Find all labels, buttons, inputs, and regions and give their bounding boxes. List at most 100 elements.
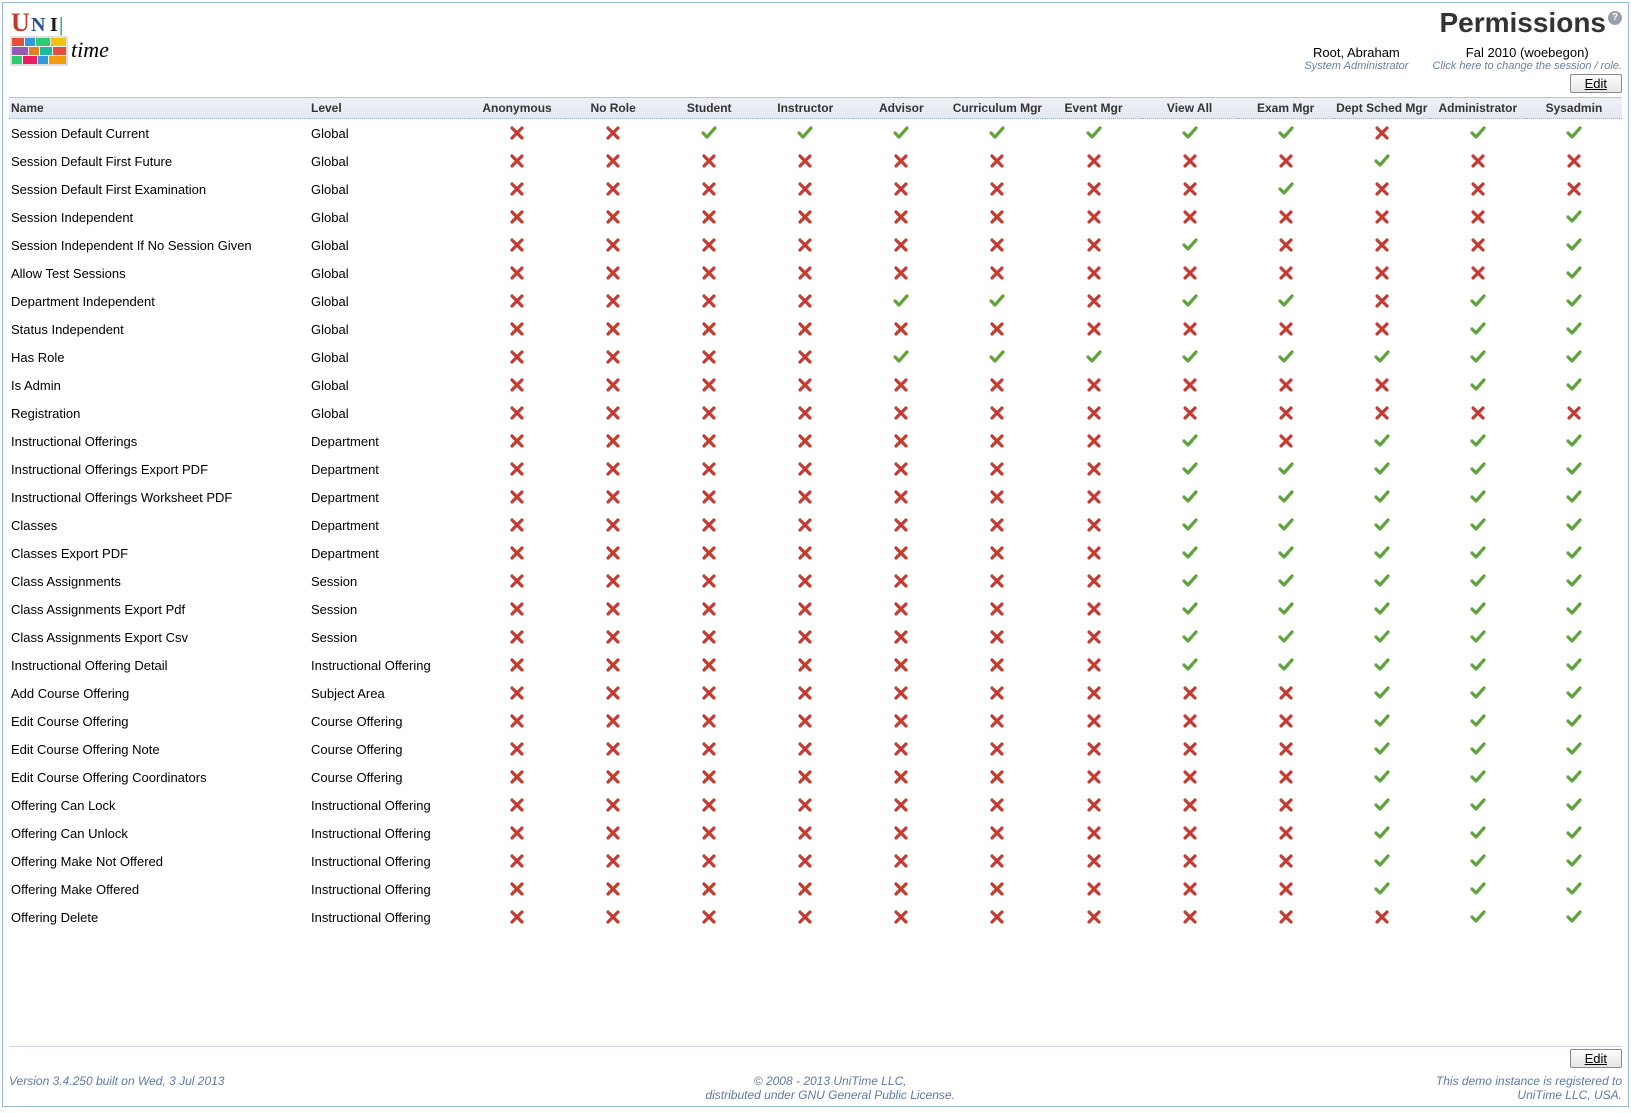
perm-denied-cell[interactable] [469, 371, 565, 399]
perm-denied-cell[interactable] [1045, 539, 1141, 567]
perm-granted-cell[interactable] [1430, 707, 1526, 735]
perm-granted-cell[interactable] [1334, 735, 1430, 763]
perm-denied-cell[interactable] [565, 679, 661, 707]
perm-denied-cell[interactable] [949, 847, 1045, 875]
perm-granted-cell[interactable] [1430, 819, 1526, 847]
perm-denied-cell[interactable] [949, 483, 1045, 511]
perm-granted-cell[interactable] [1334, 847, 1430, 875]
perm-granted-cell[interactable] [1526, 371, 1622, 399]
perm-granted-cell[interactable] [1430, 539, 1526, 567]
perm-denied-cell[interactable] [1045, 763, 1141, 791]
perm-denied-cell[interactable] [1045, 399, 1141, 427]
perm-denied-cell[interactable] [757, 903, 853, 931]
perm-granted-cell[interactable] [1238, 483, 1334, 511]
perm-denied-cell[interactable] [469, 483, 565, 511]
perm-denied-cell[interactable] [661, 427, 757, 455]
perm-granted-cell[interactable] [1238, 623, 1334, 651]
perm-denied-cell[interactable] [469, 511, 565, 539]
perm-granted-cell[interactable] [1334, 455, 1430, 483]
perm-denied-cell[interactable] [565, 175, 661, 203]
perm-denied-cell[interactable] [469, 203, 565, 231]
perm-denied-cell[interactable] [565, 371, 661, 399]
perm-denied-cell[interactable] [469, 903, 565, 931]
perm-denied-cell[interactable] [1238, 875, 1334, 903]
perm-denied-cell[interactable] [949, 539, 1045, 567]
perm-denied-cell[interactable] [661, 259, 757, 287]
perm-denied-cell[interactable] [661, 175, 757, 203]
perm-denied-cell[interactable] [853, 427, 949, 455]
perm-denied-cell[interactable] [757, 595, 853, 623]
perm-granted-cell[interactable] [1334, 707, 1430, 735]
perm-denied-cell[interactable] [853, 651, 949, 679]
perm-granted-cell[interactable] [1526, 707, 1622, 735]
perm-granted-cell[interactable] [1142, 567, 1238, 595]
perm-denied-cell[interactable] [661, 203, 757, 231]
perm-granted-cell[interactable] [1526, 231, 1622, 259]
perm-granted-cell[interactable] [1430, 623, 1526, 651]
perm-denied-cell[interactable] [1334, 119, 1430, 148]
perm-granted-cell[interactable] [1238, 651, 1334, 679]
perm-granted-cell[interactable] [1142, 651, 1238, 679]
perm-denied-cell[interactable] [661, 903, 757, 931]
perm-denied-cell[interactable] [1334, 231, 1430, 259]
perm-granted-cell[interactable] [1526, 791, 1622, 819]
perm-granted-cell[interactable] [1526, 651, 1622, 679]
perm-denied-cell[interactable] [853, 567, 949, 595]
perm-denied-cell[interactable] [949, 511, 1045, 539]
perm-denied-cell[interactable] [949, 651, 1045, 679]
perm-denied-cell[interactable] [565, 147, 661, 175]
perm-denied-cell[interactable] [853, 595, 949, 623]
col-header-role[interactable]: Sysadmin [1526, 98, 1622, 119]
perm-denied-cell[interactable] [853, 623, 949, 651]
perm-denied-cell[interactable] [1045, 651, 1141, 679]
perm-denied-cell[interactable] [853, 147, 949, 175]
perm-granted-cell[interactable] [1142, 511, 1238, 539]
perm-denied-cell[interactable] [661, 399, 757, 427]
perm-denied-cell[interactable] [949, 399, 1045, 427]
perm-denied-cell[interactable] [757, 623, 853, 651]
perm-denied-cell[interactable] [853, 819, 949, 847]
perm-granted-cell[interactable] [1526, 119, 1622, 148]
col-header-role[interactable]: Exam Mgr [1238, 98, 1334, 119]
perm-denied-cell[interactable] [565, 455, 661, 483]
perm-denied-cell[interactable] [949, 427, 1045, 455]
perm-granted-cell[interactable] [1334, 651, 1430, 679]
perm-denied-cell[interactable] [1238, 735, 1334, 763]
perm-granted-cell[interactable] [1334, 147, 1430, 175]
perm-denied-cell[interactable] [661, 147, 757, 175]
perm-granted-cell[interactable] [1526, 595, 1622, 623]
perm-granted-cell[interactable] [1526, 427, 1622, 455]
perm-granted-cell[interactable] [1142, 595, 1238, 623]
perm-granted-cell[interactable] [1238, 539, 1334, 567]
perm-denied-cell[interactable] [469, 343, 565, 371]
perm-denied-cell[interactable] [853, 707, 949, 735]
perm-granted-cell[interactable] [1334, 539, 1430, 567]
perm-granted-cell[interactable] [1334, 483, 1430, 511]
perm-granted-cell[interactable] [1334, 763, 1430, 791]
help-icon[interactable]: ? [1608, 11, 1622, 25]
perm-denied-cell[interactable] [1526, 147, 1622, 175]
perm-granted-cell[interactable] [1142, 427, 1238, 455]
perm-denied-cell[interactable] [565, 903, 661, 931]
perm-denied-cell[interactable] [853, 259, 949, 287]
perm-denied-cell[interactable] [1526, 175, 1622, 203]
perm-denied-cell[interactable] [757, 259, 853, 287]
perm-denied-cell[interactable] [757, 567, 853, 595]
perm-denied-cell[interactable] [1045, 679, 1141, 707]
col-header-role[interactable]: No Role [565, 98, 661, 119]
col-header-role[interactable]: Instructor [757, 98, 853, 119]
perm-granted-cell[interactable] [1430, 763, 1526, 791]
perm-granted-cell[interactable] [1526, 875, 1622, 903]
perm-granted-cell[interactable] [1142, 455, 1238, 483]
perm-denied-cell[interactable] [1045, 567, 1141, 595]
perm-granted-cell[interactable] [1430, 427, 1526, 455]
perm-denied-cell[interactable] [757, 707, 853, 735]
perm-denied-cell[interactable] [949, 455, 1045, 483]
perm-granted-cell[interactable] [1430, 791, 1526, 819]
perm-denied-cell[interactable] [1045, 231, 1141, 259]
perm-granted-cell[interactable] [1430, 119, 1526, 148]
perm-granted-cell[interactable] [1526, 903, 1622, 931]
perm-denied-cell[interactable] [1238, 679, 1334, 707]
perm-denied-cell[interactable] [565, 651, 661, 679]
perm-granted-cell[interactable] [1430, 343, 1526, 371]
